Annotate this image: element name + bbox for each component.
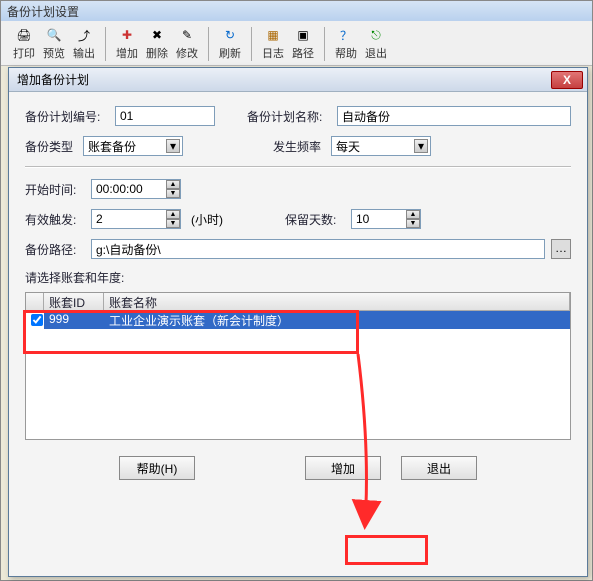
col-account-name: 账套名称: [104, 293, 570, 310]
table-row[interactable]: 999 工业企业演示账套（新会计制度）: [26, 311, 570, 329]
backup-path-label: 备份路径:: [25, 241, 85, 258]
toolbar: 🖨打印 🔍预览 ⤴输出 ✚增加 ✖删除 ✎修改 ↻刷新 ▦日志 ▣路径 ？帮助 …: [1, 21, 592, 66]
frequency-combo[interactable]: 每天 ▾: [331, 136, 431, 156]
retain-days-value: 10: [356, 212, 369, 226]
edit-icon: ✎: [179, 27, 195, 43]
spin-up-icon[interactable]: ▲: [166, 210, 180, 219]
dialog-title-bar: 增加备份计划 X: [9, 68, 587, 92]
dialog-title: 增加备份计划: [17, 71, 89, 88]
close-icon: X: [563, 73, 571, 87]
refresh-button[interactable]: ↻刷新: [215, 25, 245, 63]
row-id: 999: [44, 311, 104, 329]
frequency-label: 发生频率: [273, 138, 325, 155]
col-account-id: 账套ID: [44, 293, 104, 310]
select-account-label: 请选择账套和年度:: [25, 269, 571, 286]
start-time-value: 00:00:00: [96, 182, 143, 196]
help-icon: ？: [338, 27, 354, 43]
preview-button[interactable]: 🔍预览: [39, 25, 69, 63]
help-button[interactable]: ？帮助: [331, 25, 361, 63]
spin-down-icon[interactable]: ▼: [166, 189, 180, 198]
exit-button[interactable]: ⎋退出: [361, 25, 391, 63]
browse-button[interactable]: …: [551, 239, 571, 259]
main-title: 备份计划设置: [7, 5, 79, 19]
add-backup-plan-dialog: 增加备份计划 X 备份计划编号: 备份计划名称: 备份类型 账套备份 ▾ 发生频…: [8, 67, 588, 577]
plus-icon: ✚: [119, 27, 135, 43]
export-icon: ⤴: [76, 27, 92, 43]
spin-up-icon[interactable]: ▲: [166, 180, 180, 189]
plan-no-label: 备份计划编号:: [25, 108, 109, 125]
export-button[interactable]: ⤴输出: [69, 25, 99, 63]
chevron-down-icon: ▾: [414, 139, 428, 153]
retain-days-label: 保留天数:: [285, 211, 345, 228]
row-name: 工业企业演示账套（新会计制度）: [104, 311, 570, 329]
trigger-input[interactable]: 2 ▲▼: [91, 209, 181, 229]
backup-type-label: 备份类型: [25, 138, 77, 155]
spin-down-icon[interactable]: ▼: [166, 219, 180, 228]
hours-unit-label: (小时): [191, 211, 223, 228]
dialog-help-button[interactable]: 帮助(H): [119, 456, 195, 480]
toolbar-add-button[interactable]: ✚增加: [112, 25, 142, 63]
account-table: 账套ID 账套名称 999 工业企业演示账套（新会计制度）: [25, 292, 571, 440]
toolbar-edit-button[interactable]: ✎修改: [172, 25, 202, 63]
start-time-input[interactable]: 00:00:00 ▲▼: [91, 179, 181, 199]
refresh-icon: ↻: [222, 27, 238, 43]
backup-type-value: 账套备份: [88, 138, 136, 155]
path-icon: ▣: [295, 27, 311, 43]
trigger-value: 2: [96, 212, 103, 226]
toolbar-delete-button[interactable]: ✖删除: [142, 25, 172, 63]
chevron-down-icon: ▾: [166, 139, 180, 153]
retain-days-input[interactable]: 10 ▲▼: [351, 209, 421, 229]
dialog-add-button[interactable]: 增加: [305, 456, 381, 480]
plan-name-input[interactable]: [337, 106, 571, 126]
plan-no-input[interactable]: [115, 106, 215, 126]
exit-icon: ⎋: [368, 27, 384, 43]
trigger-label: 有效触发:: [25, 211, 85, 228]
log-button[interactable]: ▦日志: [258, 25, 288, 63]
divider: [25, 166, 571, 167]
row-checkbox[interactable]: [31, 314, 43, 326]
print-button[interactable]: 🖨打印: [9, 25, 39, 63]
backup-type-combo[interactable]: 账套备份 ▾: [83, 136, 183, 156]
main-title-bar: 备份计划设置: [1, 1, 592, 21]
ellipsis-icon: …: [555, 241, 567, 255]
start-time-label: 开始时间:: [25, 181, 85, 198]
delete-icon: ✖: [149, 27, 165, 43]
magnifier-icon: 🔍: [46, 27, 62, 43]
printer-icon: 🖨: [16, 27, 32, 43]
frequency-value: 每天: [336, 138, 360, 155]
spin-down-icon[interactable]: ▼: [406, 219, 420, 228]
plan-name-label: 备份计划名称:: [247, 108, 331, 125]
backup-path-input[interactable]: [91, 239, 545, 259]
close-button[interactable]: X: [551, 71, 583, 89]
log-icon: ▦: [265, 27, 281, 43]
path-button[interactable]: ▣路径: [288, 25, 318, 63]
col-checkbox: [26, 293, 44, 310]
dialog-exit-button[interactable]: 退出: [401, 456, 477, 480]
spin-up-icon[interactable]: ▲: [406, 210, 420, 219]
